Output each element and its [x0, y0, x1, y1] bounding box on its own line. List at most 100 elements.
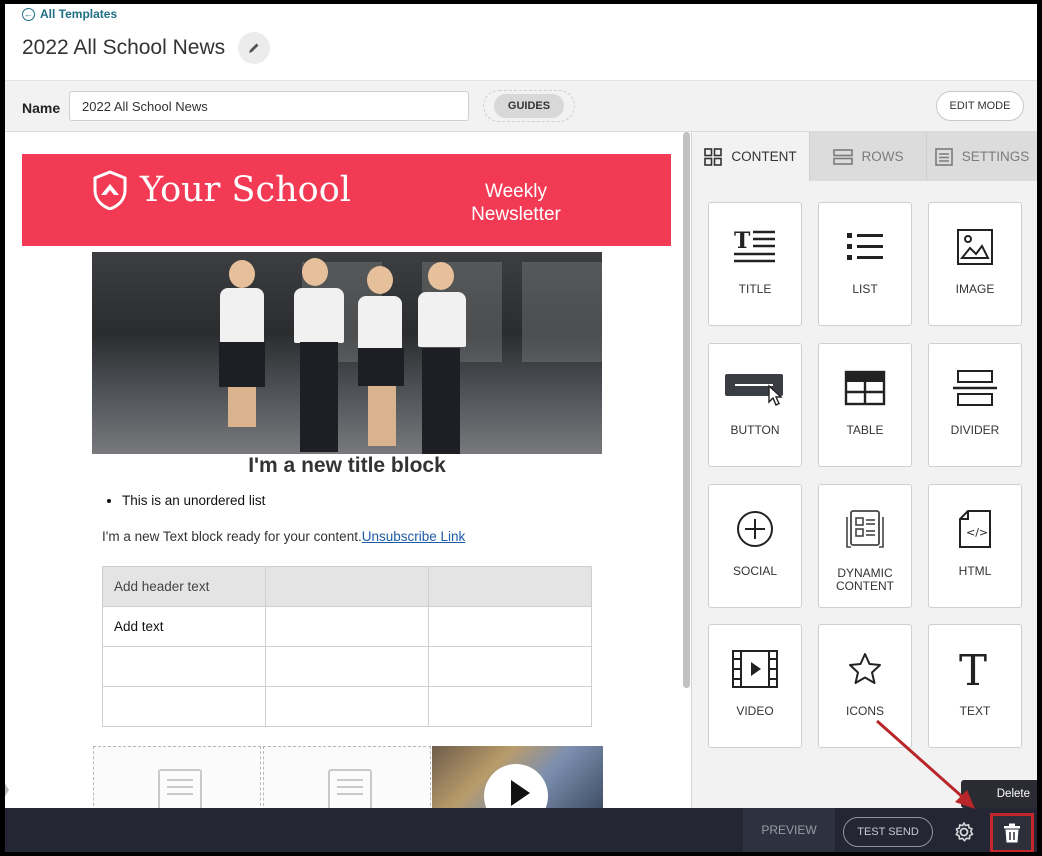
tile-icon-wrap	[709, 366, 801, 410]
tile-icon-wrap	[929, 366, 1021, 410]
table-header-cell[interactable]	[428, 566, 592, 607]
canvas-scrollbar[interactable]	[683, 132, 690, 688]
collapse-handle[interactable]	[5, 774, 9, 806]
name-bar: Name GUIDES EDIT MODE	[5, 80, 1037, 132]
header-banner[interactable]: Your School Weekly Newsletter	[22, 154, 671, 246]
block-text[interactable]: T TEXT	[928, 624, 1022, 748]
tab-rows[interactable]: ROWS	[810, 132, 927, 181]
edit-mode-button[interactable]: EDIT MODE	[936, 91, 1024, 121]
edit-title-button[interactable]	[238, 32, 270, 64]
block-list[interactable]: LIST	[818, 202, 912, 326]
settings-button[interactable]	[952, 820, 976, 844]
photo-figure	[358, 296, 402, 351]
tab-settings[interactable]: SETTINGS	[927, 132, 1037, 181]
table-header-cell[interactable]: Add header text	[102, 566, 266, 607]
tab-rows-label: ROWS	[861, 149, 904, 164]
tile-icon-wrap: T	[709, 225, 801, 269]
pencil-icon	[249, 43, 259, 53]
html-icon: </>	[959, 510, 991, 548]
all-templates-link[interactable]: ← All Templates	[22, 7, 117, 21]
newsletter-line-2: Newsletter	[471, 204, 561, 225]
photo-figure	[300, 342, 338, 452]
panel-tabs: CONTENT ROWS SETTINGS	[692, 132, 1037, 181]
block-button-label: BUTTON	[730, 423, 780, 437]
title-icon: T	[734, 228, 775, 263]
svg-text:</>: </>	[966, 526, 988, 539]
block-divider-label: DIVIDER	[950, 423, 1000, 437]
table-block[interactable]: Add header text Add text	[102, 566, 592, 727]
list-icon	[847, 233, 883, 260]
text-icon: T	[959, 649, 987, 689]
preview-button[interactable]: PREVIEW	[761, 823, 816, 837]
text-block-content: I'm a new Text block ready for your cont…	[102, 529, 362, 544]
block-image[interactable]: IMAGE	[928, 202, 1022, 326]
test-send-button[interactable]: TEST SEND	[843, 817, 933, 847]
tile-icon-wrap	[819, 225, 911, 269]
tile-icon-wrap	[819, 507, 911, 551]
tab-content[interactable]: CONTENT	[692, 132, 810, 181]
tile-icon-wrap	[819, 366, 911, 410]
block-title[interactable]: T TITLE	[708, 202, 802, 326]
dynamic-content-icon	[846, 510, 884, 548]
table-row	[102, 646, 592, 687]
table-cell[interactable]: Add text	[102, 606, 266, 647]
photo-figure	[368, 386, 396, 446]
table-cell[interactable]	[265, 686, 429, 727]
video-thumbnail[interactable]	[432, 746, 603, 808]
star-icon	[849, 653, 881, 684]
photo-figure	[229, 260, 255, 288]
block-social[interactable]: SOCIAL	[708, 484, 802, 608]
block-text-label: TEXT	[959, 704, 991, 718]
photo-background	[522, 262, 602, 362]
block-video[interactable]: VIDEO	[708, 624, 802, 748]
content-row[interactable]	[93, 746, 603, 808]
empty-dynamic-placeholder[interactable]	[263, 746, 431, 808]
text-block[interactable]: I'm a new Text block ready for your cont…	[102, 529, 465, 544]
table-cell[interactable]	[265, 646, 429, 687]
template-name-input[interactable]	[69, 91, 469, 121]
empty-dynamic-placeholder[interactable]	[93, 746, 261, 808]
photo-figure	[358, 348, 404, 386]
table-cell[interactable]	[265, 606, 429, 647]
block-table[interactable]: TABLE	[818, 343, 912, 467]
table-cell[interactable]	[102, 686, 266, 727]
delete-tooltip: Delete	[961, 780, 1037, 808]
list-item: This is an unordered list	[122, 493, 265, 508]
photo-figure	[219, 342, 265, 387]
tab-settings-label: SETTINGS	[961, 149, 1030, 164]
table-cell[interactable]	[102, 646, 266, 687]
all-templates-label: All Templates	[40, 7, 118, 21]
bottom-toolbar: PREVIEW TEST SEND	[5, 808, 1037, 852]
block-dynamic-content[interactable]: DYNAMIC CONTENT	[818, 484, 912, 608]
table-cell[interactable]	[428, 646, 592, 687]
list-block[interactable]: This is an unordered list	[122, 493, 265, 508]
table-cell[interactable]	[428, 606, 592, 647]
block-social-label: SOCIAL	[732, 564, 777, 578]
newsletter-title: Weekly Newsletter	[470, 180, 562, 226]
social-icon	[737, 511, 773, 547]
delete-button[interactable]	[990, 813, 1034, 852]
divider-icon	[953, 370, 997, 406]
unsubscribe-link[interactable]: Unsubscribe Link	[362, 529, 466, 544]
table-row	[102, 686, 592, 727]
table-cell[interactable]	[428, 686, 592, 727]
email-canvas[interactable]: Your School Weekly Newsletter I'm a new …	[5, 132, 693, 808]
block-video-label: VIDEO	[736, 704, 774, 718]
photo-figure	[418, 292, 466, 347]
block-html[interactable]: </> HTML	[928, 484, 1022, 608]
table-header-cell[interactable]	[265, 566, 429, 607]
tile-icon-wrap	[929, 225, 1021, 269]
block-icons[interactable]: ICONS	[818, 624, 912, 748]
block-divider[interactable]: DIVIDER	[928, 343, 1022, 467]
school-shield-icon	[93, 170, 127, 210]
block-button[interactable]: BUTTON	[708, 343, 802, 467]
image-icon	[957, 229, 993, 265]
students-photo[interactable]	[92, 252, 602, 454]
photo-figure	[422, 348, 460, 454]
tab-content-label: CONTENT	[731, 149, 797, 164]
block-title-label: TITLE	[738, 282, 772, 296]
dynamic-content-icon	[158, 769, 202, 808]
table-row: Add text	[102, 606, 592, 647]
guides-button[interactable]: GUIDES	[494, 94, 564, 118]
title-block[interactable]: I'm a new title block	[92, 454, 602, 478]
